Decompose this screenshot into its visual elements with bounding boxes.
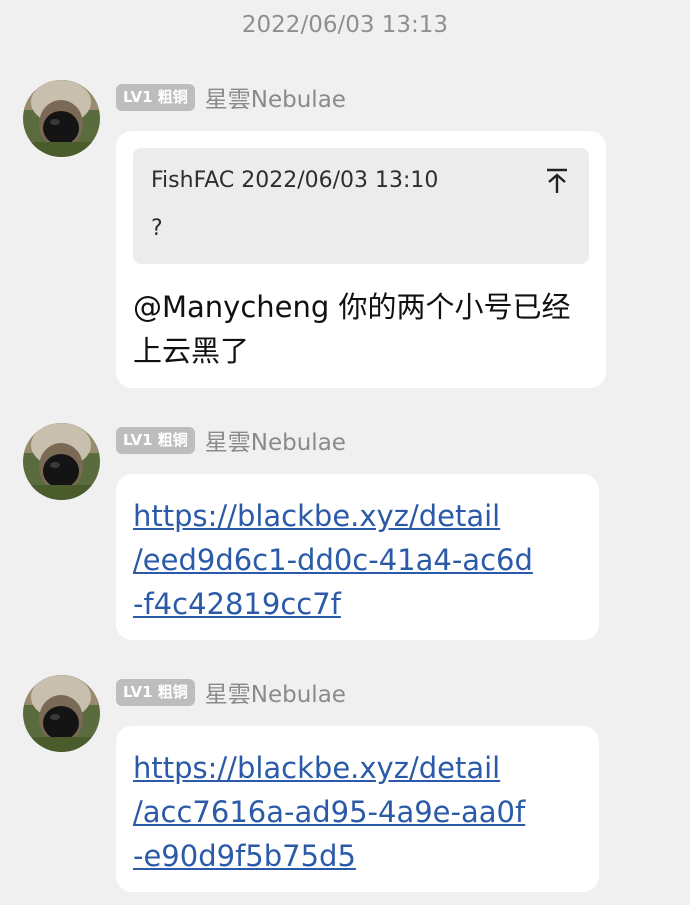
sender-meta: LV1 粗铜 星雲Nebulae — [116, 675, 346, 709]
arrow-up-to-top-icon[interactable] — [545, 168, 569, 194]
quote-header: FishFAC 2022/06/03 13:10 — [151, 168, 438, 193]
quote-time: 2022/06/03 13:10 — [241, 168, 439, 193]
message-link[interactable]: https://blackbe.xyz/detail /acc7616a-ad9… — [133, 746, 525, 878]
chat-timestamp: 2022/06/03 13:13 — [241, 12, 449, 38]
dog-nose-avatar-icon — [23, 675, 100, 752]
sender-meta: LV1 粗铜 星雲Nebulae — [116, 80, 346, 114]
sender-name[interactable]: 星雲Nebulae — [205, 80, 346, 114]
sender-avatar[interactable] — [23, 80, 100, 157]
message-bubble[interactable]: https://blackbe.xyz/detail /acc7616a-ad9… — [116, 726, 599, 892]
dog-nose-avatar-icon — [23, 423, 100, 500]
message-text: @Manycheng 你的两个小号已经上云黑了 — [133, 290, 571, 368]
quoted-message[interactable]: FishFAC 2022/06/03 13:10 ? — [133, 148, 589, 264]
sender-name[interactable]: 星雲Nebulae — [205, 423, 346, 457]
sender-meta: LV1 粗铜 星雲Nebulae — [116, 423, 346, 457]
level-badge: LV1 粗铜 — [116, 83, 195, 111]
message-bubble[interactable]: FishFAC 2022/06/03 13:10 ? @Manycheng 你的… — [116, 131, 606, 388]
dog-nose-avatar-icon — [23, 80, 100, 157]
message-link[interactable]: https://blackbe.xyz/detail /eed9d6c1-dd0… — [133, 494, 533, 626]
message-bubble[interactable]: https://blackbe.xyz/detail /eed9d6c1-dd0… — [116, 474, 599, 640]
sender-avatar[interactable] — [23, 423, 100, 500]
level-badge: LV1 粗铜 — [116, 678, 195, 706]
sender-name[interactable]: 星雲Nebulae — [205, 675, 346, 709]
quote-author: FishFAC — [151, 168, 235, 193]
sender-avatar[interactable] — [23, 675, 100, 752]
quote-text: ? — [151, 216, 163, 241]
level-badge: LV1 粗铜 — [116, 426, 195, 454]
